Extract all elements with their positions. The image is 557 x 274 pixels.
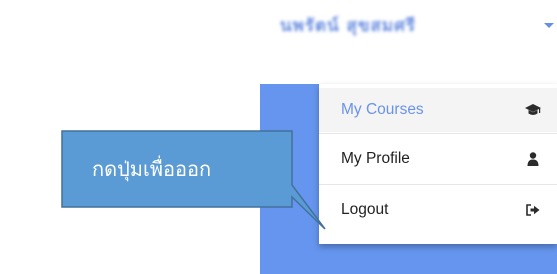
callout-bubble [61,130,326,230]
callout-text: กดปุ่มเพื่อออก [92,157,212,181]
